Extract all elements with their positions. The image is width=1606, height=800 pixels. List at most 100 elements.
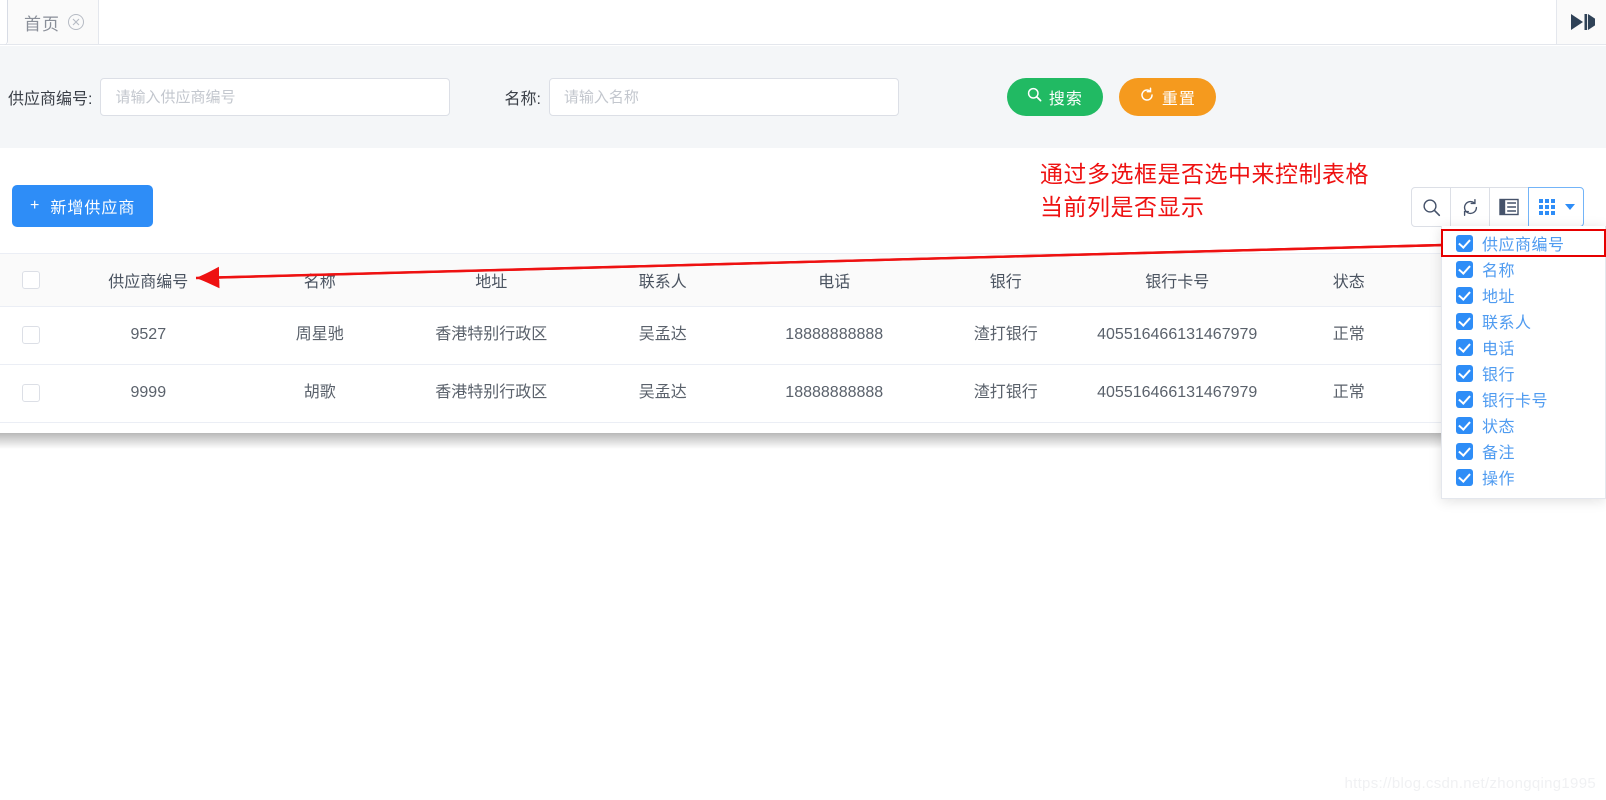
header-select-all (0, 254, 63, 307)
cell-bank: 渣打银行 (919, 364, 1092, 423)
plus-icon: + (30, 197, 41, 214)
column-option-phone[interactable]: 电话 (1442, 334, 1605, 360)
column-option-bank[interactable]: 银行 (1442, 360, 1605, 386)
cell-phone: 18888888888 (748, 364, 920, 423)
checkbox-checked-icon[interactable] (1456, 234, 1473, 252)
toolbar-refresh-icon[interactable] (1450, 187, 1490, 227)
tab-bar: 首页 (0, 0, 1606, 45)
toolbar-list-view-icon[interactable] (1489, 187, 1529, 227)
checkbox-checked-icon[interactable] (1456, 390, 1473, 408)
table-toolbar: + 新增供应商 (0, 166, 1606, 246)
columns-dropdown-button[interactable] (1528, 187, 1584, 227)
column-option-label: 操作 (1482, 471, 1516, 488)
toolbar-button-group (1411, 187, 1584, 227)
table-bottom-shadow (0, 433, 1606, 449)
row-select-cell (0, 306, 63, 365)
cell-card: 405516466131467979 (1091, 364, 1263, 423)
checkbox-checked-icon[interactable] (1456, 468, 1473, 486)
supplier-table: 供应商编号 名称 地址 联系人 电话 银行 银行卡号 状态 备注 9527 (0, 253, 1606, 433)
tab-bar-left-edge (0, 0, 8, 45)
search-button[interactable]: 搜索 (1006, 78, 1103, 116)
checkbox-checked-icon[interactable] (1456, 286, 1473, 304)
column-option-label: 联系人 (1482, 315, 1532, 332)
header-name[interactable]: 名称 (234, 254, 406, 307)
app-root: 首页 供应商编号: 名称: (0, 0, 1606, 800)
header-phone[interactable]: 电话 (748, 254, 920, 307)
row-select-cell (0, 364, 63, 423)
field-supplier-no: 供应商编号: (8, 78, 451, 116)
checkbox-checked-icon[interactable] (1456, 338, 1473, 356)
checkbox-checked-icon[interactable] (1456, 312, 1473, 330)
header-bank[interactable]: 银行 (919, 254, 1092, 307)
cell-phone: 18888888888 (748, 306, 920, 365)
column-option-name[interactable]: 名称 (1442, 256, 1605, 282)
column-option-supplier-no[interactable]: 供应商编号 (1441, 229, 1606, 257)
tab-home-label: 首页 (24, 14, 60, 34)
checkbox-checked-icon[interactable] (1456, 260, 1473, 278)
cell-address: 香港特别行政区 (405, 364, 578, 423)
chevron-down-icon (1565, 204, 1575, 210)
table-row[interactable]: 9527 周星驰 香港特别行政区 吴孟达 18888888888 渣打银行 40… (0, 306, 1606, 365)
cell-name: 胡歌 (234, 364, 406, 423)
column-option-remark[interactable]: 备注 (1442, 438, 1605, 464)
column-option-label: 供应商编号 (1482, 237, 1565, 254)
watermark: https://blog.csdn.net/zhongqing1995 (1344, 775, 1596, 792)
column-option-label: 地址 (1482, 289, 1516, 306)
tab-scroll-next-icon[interactable] (1556, 0, 1606, 44)
row-checkbox[interactable] (22, 325, 41, 344)
checkbox-checked-icon[interactable] (1456, 416, 1473, 434)
refresh-icon (1139, 87, 1155, 108)
cell-bank: 渣打银行 (919, 306, 1092, 365)
cell-address: 香港特别行政区 (405, 306, 578, 365)
checkbox-checked-icon[interactable] (1456, 364, 1473, 382)
field-name: 名称: (504, 78, 899, 116)
tab-bar-spacer (99, 0, 1556, 44)
cell-status: 正常 (1262, 306, 1435, 365)
column-option-label: 状态 (1482, 419, 1516, 436)
table-header-row: 供应商编号 名称 地址 联系人 电话 银行 银行卡号 状态 备注 (0, 254, 1606, 307)
column-option-actions[interactable]: 操作 (1442, 464, 1605, 490)
reset-button-label: 重置 (1161, 91, 1196, 108)
column-option-label: 银行卡号 (1482, 393, 1549, 410)
cell-card: 405516466131467979 (1091, 306, 1263, 365)
name-label: 名称: (504, 91, 541, 108)
column-option-status[interactable]: 状态 (1442, 412, 1605, 438)
search-icon (1027, 87, 1042, 107)
search-button-label: 搜索 (1048, 91, 1083, 108)
add-supplier-label: 新增供应商 (50, 200, 136, 217)
row-checkbox[interactable] (22, 383, 41, 402)
supplier-table-element: 供应商编号 名称 地址 联系人 电话 银行 银行卡号 状态 备注 9527 (0, 254, 1606, 423)
column-option-label: 备注 (1482, 445, 1516, 462)
header-status[interactable]: 状态 (1262, 254, 1435, 307)
header-address[interactable]: 地址 (405, 254, 578, 307)
select-all-checkbox[interactable] (22, 270, 41, 289)
tab-home[interactable]: 首页 (8, 0, 99, 44)
cell-contact: 吴孟达 (577, 306, 749, 365)
header-supplier-no[interactable]: 供应商编号 (62, 254, 235, 307)
table-row[interactable]: 9999 胡歌 香港特别行政区 吴孟达 18888888888 渣打银行 405… (0, 364, 1606, 423)
column-option-label: 银行 (1482, 367, 1516, 384)
grid-columns-icon (1539, 199, 1555, 215)
search-filter-bar: 供应商编号: 名称: 搜索 重置 (0, 46, 1606, 148)
toolbar-search-icon[interactable] (1411, 187, 1451, 227)
cell-name: 周星驰 (234, 306, 406, 365)
header-contact[interactable]: 联系人 (577, 254, 749, 307)
column-option-address[interactable]: 地址 (1442, 282, 1605, 308)
cell-supplier-no: 9999 (62, 364, 235, 423)
column-option-contact[interactable]: 联系人 (1442, 308, 1605, 334)
supplier-no-label: 供应商编号: (8, 91, 93, 108)
name-input[interactable] (548, 78, 899, 116)
column-option-label: 电话 (1482, 341, 1516, 358)
column-option-card[interactable]: 银行卡号 (1442, 386, 1605, 412)
header-card[interactable]: 银行卡号 (1091, 254, 1263, 307)
tab-close-icon[interactable] (68, 14, 84, 30)
cell-supplier-no: 9527 (62, 306, 235, 365)
checkbox-checked-icon[interactable] (1456, 442, 1473, 460)
column-visibility-dropdown: 供应商编号 名称 地址 联系人 电话 银行 银行卡号 状态 备注 操作 (1441, 226, 1606, 499)
cell-contact: 吴孟达 (577, 364, 749, 423)
reset-button[interactable]: 重置 (1118, 78, 1216, 116)
add-supplier-button[interactable]: + 新增供应商 (12, 185, 154, 227)
column-option-label: 名称 (1482, 263, 1516, 280)
supplier-no-input[interactable] (100, 78, 451, 116)
cell-status: 正常 (1262, 364, 1435, 423)
